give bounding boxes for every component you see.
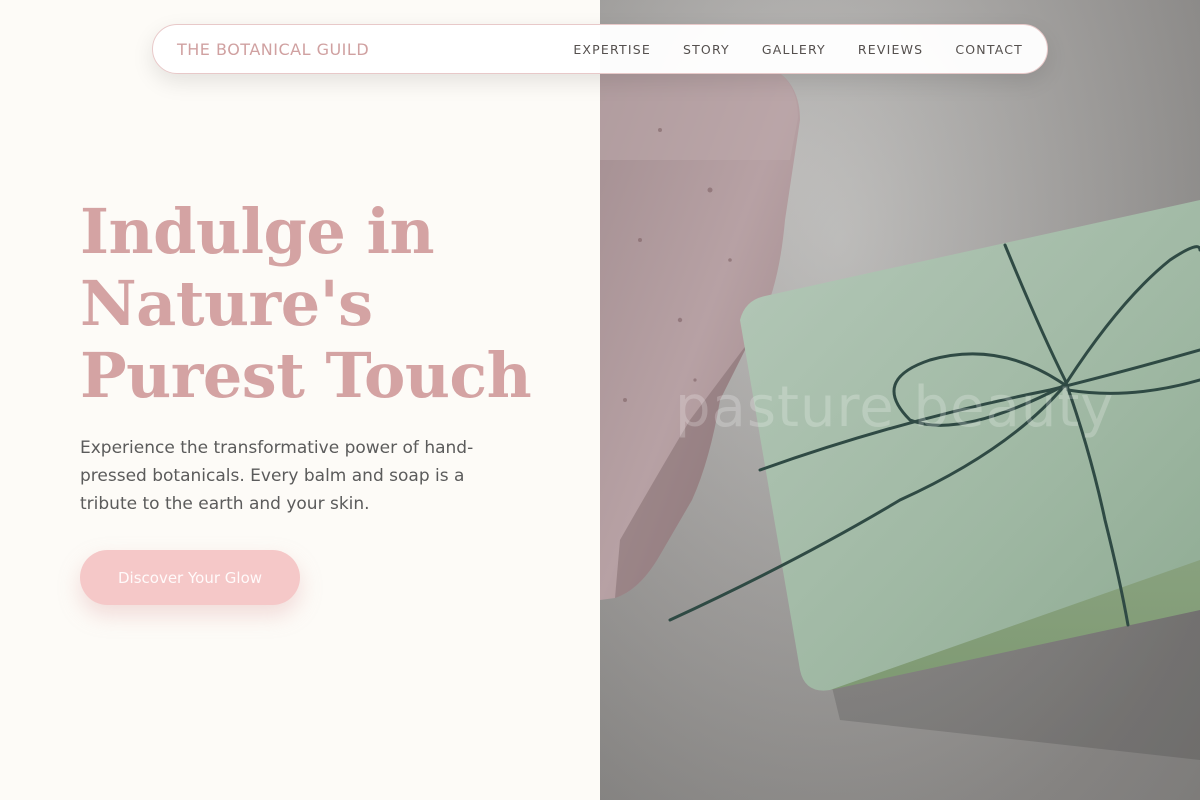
brand-logo[interactable]: THE BOTANICAL GUILD <box>177 40 369 59</box>
hero-photo: pasture beauty <box>600 0 1200 800</box>
top-navigation: THE BOTANICAL GUILD EXPERTISE STORY GALL… <box>152 24 1048 74</box>
discover-glow-button[interactable]: Discover Your Glow <box>80 550 300 605</box>
hero-headline: Indulge in Nature's Purest Touch <box>80 196 580 412</box>
photo-watermark: pasture beauty <box>675 375 1115 440</box>
nav-link-reviews[interactable]: REVIEWS <box>858 42 923 57</box>
headline-line: Nature's <box>80 267 373 340</box>
nav-links: EXPERTISE STORY GALLERY REVIEWS CONTACT <box>573 42 1023 57</box>
hero-section: Indulge in Nature's Purest Touch Experie… <box>0 0 600 800</box>
nav-link-contact[interactable]: CONTACT <box>955 42 1023 57</box>
nav-link-gallery[interactable]: GALLERY <box>762 42 826 57</box>
hero-description: Experience the transformative power of h… <box>80 438 474 514</box>
nav-link-expertise[interactable]: EXPERTISE <box>573 42 651 57</box>
headline-line: Purest Touch <box>80 339 532 412</box>
headline-line: Indulge in <box>80 195 435 268</box>
nav-link-story[interactable]: STORY <box>683 42 730 57</box>
